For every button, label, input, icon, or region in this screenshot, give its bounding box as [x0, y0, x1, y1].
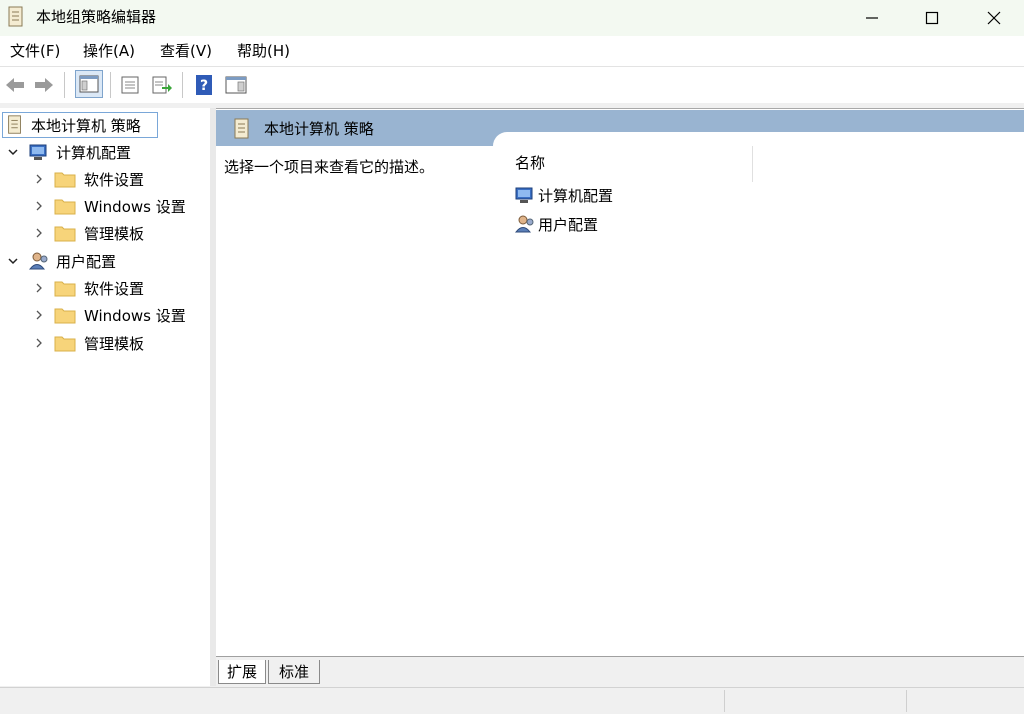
tree-node-user-config[interactable]: 用户配置: [6, 248, 116, 274]
tab-standard[interactable]: 标准: [268, 660, 320, 684]
tree-node-computer-config[interactable]: 计算机配置: [6, 139, 131, 165]
tree-node-label: Windows 设置: [84, 197, 186, 216]
folder-icon: [54, 199, 76, 215]
details-title: 本地计算机 策略: [264, 120, 374, 138]
menu-view[interactable]: 查看(V): [160, 41, 212, 61]
tree-node-computer-windows-settings[interactable]: Windows 设置: [32, 193, 186, 219]
tree-node-computer-software-settings[interactable]: 软件设置: [32, 166, 144, 192]
chevron-right-icon[interactable]: [32, 226, 46, 240]
folder-icon: [54, 172, 76, 188]
computer-icon: [29, 144, 47, 160]
column-separator[interactable]: [752, 146, 753, 182]
tree-node-label: 软件设置: [84, 170, 145, 189]
policy-scroll-icon: [8, 6, 23, 27]
view-tabs-bar: [216, 656, 1024, 687]
export-list-icon: [152, 76, 172, 94]
list-item-label: 计算机配置: [538, 186, 614, 205]
policy-scroll-icon: [8, 115, 21, 134]
folder-icon: [54, 336, 76, 352]
list-item-computer-config[interactable]: 计算机配置: [514, 183, 613, 207]
menu-bar: [0, 36, 1024, 67]
help-button[interactable]: ?: [192, 73, 216, 97]
show-hide-tree-icon: [79, 75, 99, 93]
column-header-name[interactable]: 名称: [515, 152, 545, 173]
description-text: 选择一个项目来查看它的描述。: [224, 158, 435, 176]
forward-button[interactable]: [32, 73, 56, 97]
tree-node-user-windows-settings[interactable]: Windows 设置: [32, 302, 186, 328]
toolbar-separator: [182, 72, 183, 98]
properties-icon: [121, 76, 139, 94]
chevron-right-icon[interactable]: [32, 199, 46, 213]
tree-node-label: Windows 设置: [84, 306, 186, 325]
forward-arrow-icon: [35, 78, 53, 92]
chevron-down-icon[interactable]: [6, 145, 20, 159]
tree-node-label: 用户配置: [56, 252, 117, 271]
tree-node-user-software-settings[interactable]: 软件设置: [32, 275, 144, 301]
toolbar-separator: [110, 72, 111, 98]
computer-icon: [515, 187, 533, 203]
export-list-button[interactable]: [150, 73, 174, 97]
toolbar-separator: [64, 72, 65, 98]
tree-node-label: 计算机配置: [56, 143, 132, 162]
show-hide-tree-button[interactable]: [75, 70, 103, 98]
status-bar: [0, 687, 1024, 714]
show-hide-action-pane-icon: [225, 76, 247, 94]
minimize-icon: [866, 17, 878, 19]
chevron-right-icon[interactable]: [32, 336, 46, 350]
list-item-label: 用户配置: [538, 215, 599, 234]
tree-node-label: 管理模板: [84, 334, 145, 353]
chevron-right-icon[interactable]: [32, 308, 46, 322]
folder-icon: [54, 281, 76, 297]
details-pane: [216, 108, 1024, 657]
help-icon: ?: [196, 75, 212, 95]
user-icon: [28, 252, 48, 270]
folder-icon: [54, 308, 76, 324]
window-title: 本地组策略编辑器: [36, 8, 157, 26]
menu-help[interactable]: 帮助(H): [237, 41, 290, 61]
list-item-user-config[interactable]: 用户配置: [514, 212, 598, 236]
minimize-button[interactable]: [840, 0, 904, 36]
close-button[interactable]: [962, 0, 1024, 36]
maximize-button[interactable]: [900, 0, 964, 36]
tree-node-computer-admin-templates[interactable]: 管理模板: [32, 220, 144, 246]
tab-extended[interactable]: 扩展: [218, 660, 266, 684]
user-icon: [514, 215, 534, 233]
tree-node-label: 本地计算机 策略: [31, 116, 141, 135]
tree-node-label: 软件设置: [84, 279, 145, 298]
properties-button[interactable]: [118, 73, 142, 97]
chevron-down-icon[interactable]: [6, 254, 20, 268]
status-separator: [724, 690, 725, 712]
svg-text:?: ?: [200, 78, 208, 94]
back-button[interactable]: [3, 73, 27, 97]
tree-node-user-admin-templates[interactable]: 管理模板: [32, 330, 144, 356]
tree-node-local-policy[interactable]: 本地计算机 策略: [2, 112, 158, 138]
menu-file[interactable]: 文件(F): [10, 41, 60, 61]
policy-scroll-icon: [234, 118, 249, 139]
close-icon: [987, 11, 1001, 25]
chevron-right-icon[interactable]: [32, 281, 46, 295]
menu-action[interactable]: 操作(A): [83, 41, 135, 61]
chevron-right-icon[interactable]: [32, 172, 46, 186]
show-hide-action-pane-button[interactable]: [224, 73, 248, 97]
folder-icon: [54, 226, 76, 242]
maximize-icon: [925, 11, 939, 25]
tree-node-label: 管理模板: [84, 224, 145, 243]
back-arrow-icon: [6, 78, 24, 92]
status-separator: [906, 690, 907, 712]
details-header-notch: [493, 132, 1024, 148]
